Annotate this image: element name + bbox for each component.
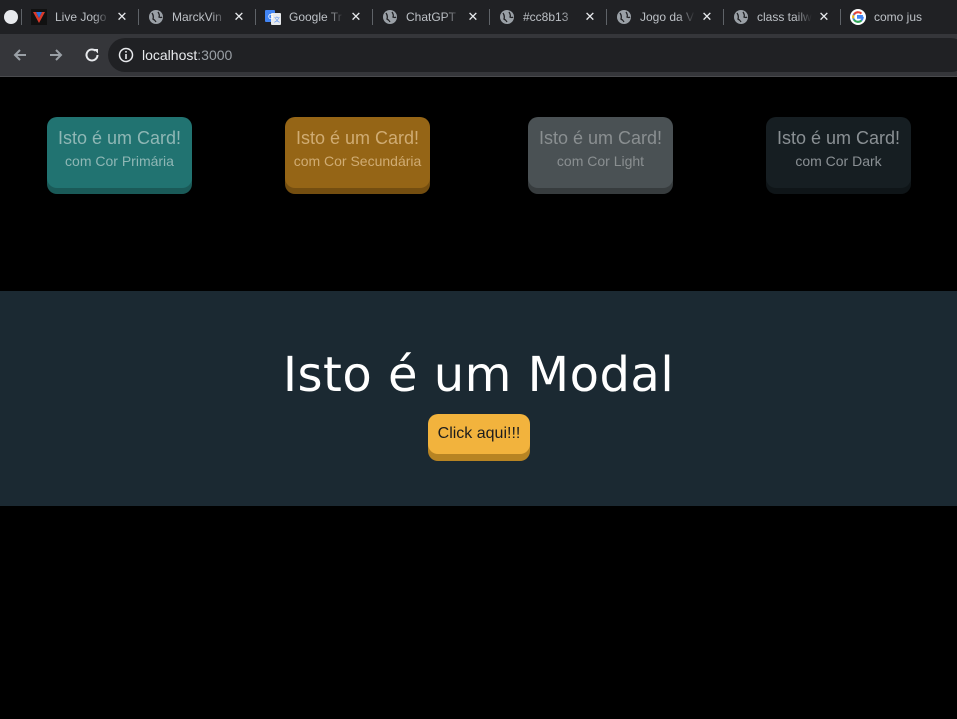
- arrow-right-icon: [50, 49, 63, 61]
- card-title: Isto é um Card!: [295, 128, 420, 148]
- arrow-left-icon: [13, 49, 26, 61]
- browser-tab[interactable]: #cc8b13 ✕: [489, 0, 606, 34]
- browser-tab[interactable]: G文 Google Tr ✕: [255, 0, 372, 34]
- close-icon[interactable]: ✕: [816, 9, 832, 25]
- browser-tab[interactable]: Live Jogo ✕: [21, 0, 138, 34]
- back-button[interactable]: [4, 39, 36, 71]
- tab-strip: Live Jogo ✕ MarckVin ✕ G文 Google Tr ✕ Ch…: [0, 0, 957, 34]
- card-subtitle: com Cor Light: [556, 153, 645, 169]
- close-icon[interactable]: ✕: [465, 9, 481, 25]
- tab-title: Jogo da V: [640, 10, 695, 24]
- close-icon[interactable]: ✕: [582, 9, 598, 25]
- reload-button[interactable]: [76, 39, 108, 71]
- tab-title: Google Tr: [289, 10, 342, 24]
- browser-toolbar: localhost:3000: [0, 34, 957, 76]
- url-text: localhost:3000: [142, 47, 232, 63]
- close-icon[interactable]: ✕: [699, 9, 715, 25]
- globe-icon: [499, 9, 515, 25]
- close-icon[interactable]: ✕: [114, 9, 130, 25]
- tab-title: MarckVin: [172, 10, 222, 24]
- globe-icon: [733, 9, 749, 25]
- browser-tab[interactable]: como jus: [840, 0, 957, 34]
- tab-title: como jus: [874, 10, 923, 24]
- card-subtitle: com Cor Dark: [795, 153, 882, 169]
- address-bar[interactable]: localhost:3000: [108, 38, 957, 72]
- browser-tab[interactable]: Jogo da V ✕: [606, 0, 723, 34]
- card-title: Isto é um Card!: [57, 128, 182, 148]
- card-subtitle: com Cor Primária: [65, 153, 174, 169]
- close-icon[interactable]: ✕: [231, 9, 247, 25]
- modal-title: Isto é um Modal: [282, 347, 675, 403]
- circle-icon: [3, 10, 18, 24]
- card-primary: Isto é um Card! com Cor Primária: [47, 117, 192, 188]
- close-icon[interactable]: ✕: [348, 9, 364, 25]
- url-host: localhost: [142, 47, 198, 63]
- card-title: Isto é um Card!: [538, 128, 663, 148]
- url-port: :3000: [197, 47, 233, 63]
- info-icon[interactable]: [118, 47, 134, 63]
- card-light: Isto é um Card! com Cor Light: [528, 117, 673, 188]
- card-title: Isto é um Card!: [776, 128, 901, 148]
- card-subtitle: com Cor Secundária: [293, 153, 422, 169]
- google-translate-icon: G文: [265, 9, 281, 25]
- page-content: Isto é um Card! com Cor Primária Isto é …: [0, 77, 957, 719]
- tab-title: ChatGPT: [406, 10, 457, 24]
- reload-icon: [85, 48, 99, 62]
- globe-icon: [616, 9, 632, 25]
- card-secondary: Isto é um Card! com Cor Secundária: [285, 117, 430, 188]
- google-icon: [850, 9, 866, 25]
- browser-tab[interactable]: MarckVin ✕: [138, 0, 255, 34]
- tab-search-button[interactable]: [0, 0, 21, 34]
- svg-text:文: 文: [274, 16, 280, 24]
- v-logo-icon: [31, 9, 47, 25]
- tab-title: Live Jogo: [55, 10, 107, 24]
- globe-icon: [382, 9, 398, 25]
- browser-tab[interactable]: ChatGPT ✕: [372, 0, 489, 34]
- svg-text:G: G: [268, 13, 273, 21]
- click-here-button[interactable]: Click aqui!!!: [428, 414, 530, 454]
- card-dark: Isto é um Card! com Cor Dark: [766, 117, 911, 188]
- modal: Isto é um Modal Click aqui!!!: [0, 291, 957, 506]
- tab-title: #cc8b13: [523, 10, 569, 24]
- forward-button[interactable]: [40, 39, 72, 71]
- browser-tab[interactable]: class tailw ✕: [723, 0, 840, 34]
- globe-icon: [148, 9, 164, 25]
- tab-title: class tailw: [757, 10, 812, 24]
